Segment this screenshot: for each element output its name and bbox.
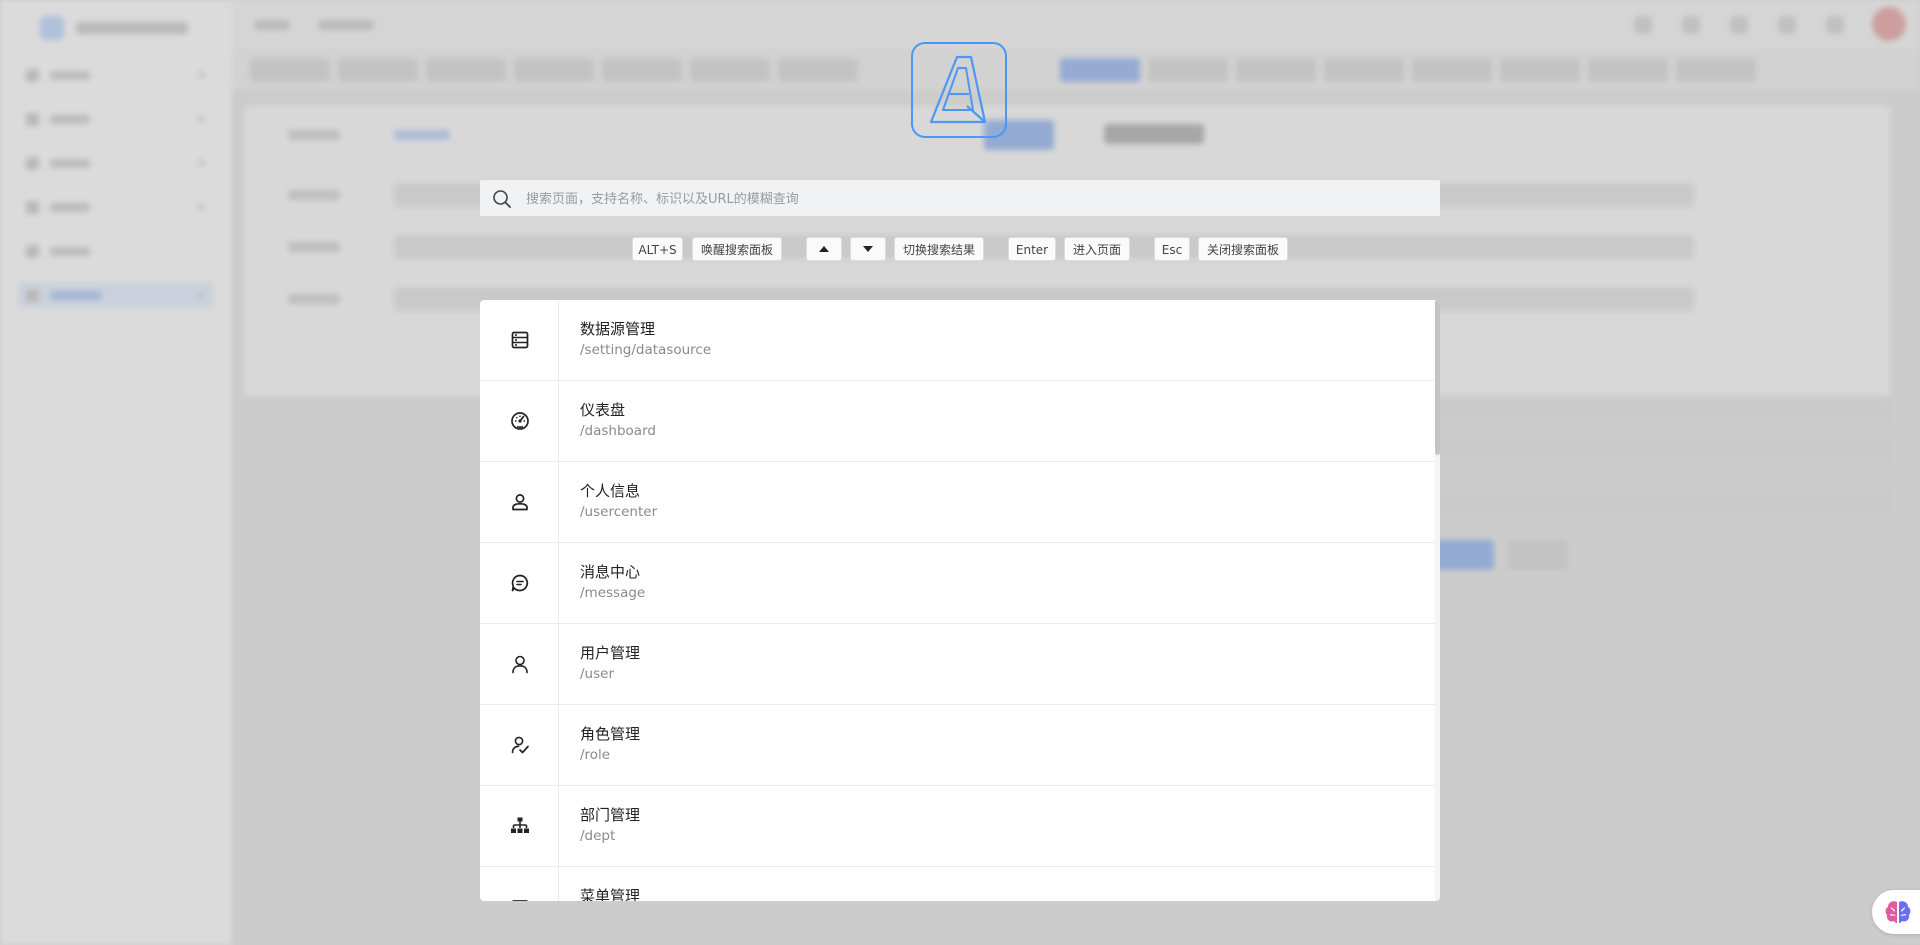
app-logo bbox=[911, 42, 1007, 138]
result-icon-cell bbox=[480, 705, 559, 785]
search-results-panel[interactable]: 数据源管理 /setting/datasource 仪表盘 /dashboard bbox=[480, 300, 1440, 901]
result-item-dashboard[interactable]: 仪表盘 /dashboard bbox=[480, 381, 1435, 462]
result-icon-cell bbox=[480, 543, 559, 623]
result-path: /user bbox=[580, 666, 614, 682]
result-name: 数据源管理 bbox=[580, 320, 656, 338]
result-name: 消息中心 bbox=[580, 563, 641, 581]
database-icon bbox=[511, 331, 529, 349]
result-item-datasource[interactable]: 数据源管理 /setting/datasource bbox=[480, 300, 1435, 381]
result-path: /setting/datasource bbox=[580, 342, 712, 358]
logo-a-icon bbox=[929, 55, 987, 124]
org-chart-icon bbox=[511, 817, 529, 833]
result-item-usercenter[interactable]: 个人信息 /usercenter bbox=[480, 462, 1435, 543]
keyboard-hints: ALT+S 唤醒搜索面板 切换搜索结果 Enter 进入页面 Esc 关闭搜索面… bbox=[0, 237, 1920, 261]
hint-action-close: 关闭搜索面板 bbox=[1198, 237, 1288, 261]
result-item-message[interactable]: 消息中心 /message bbox=[480, 543, 1435, 624]
result-icon-cell bbox=[480, 462, 559, 542]
search-icon bbox=[493, 190, 511, 208]
result-path: /role bbox=[580, 747, 611, 763]
role-icon bbox=[511, 736, 529, 754]
result-icon-cell bbox=[480, 786, 559, 866]
arrow-down-icon bbox=[863, 246, 873, 252]
result-item-menu[interactable]: 菜单管理 bbox=[480, 867, 1435, 901]
hint-key-enter: Enter bbox=[1008, 237, 1056, 261]
result-path: /usercenter bbox=[580, 504, 658, 520]
result-name: 菜单管理 bbox=[580, 887, 641, 901]
hint-key-esc: Esc bbox=[1154, 237, 1190, 261]
result-icon-cell bbox=[480, 867, 559, 901]
hint-key-down bbox=[850, 237, 886, 261]
message-icon bbox=[511, 574, 529, 592]
hint-action-switch: 切换搜索结果 bbox=[894, 237, 984, 261]
result-icon-cell bbox=[480, 300, 559, 380]
result-name: 角色管理 bbox=[580, 725, 641, 743]
ai-assistant-button[interactable] bbox=[1872, 890, 1920, 934]
result-icon-cell bbox=[480, 624, 559, 704]
hint-action-open: 唤醒搜索面板 bbox=[692, 237, 782, 261]
result-name: 个人信息 bbox=[580, 482, 641, 500]
result-name: 仪表盘 bbox=[580, 401, 626, 419]
result-name: 用户管理 bbox=[580, 644, 641, 662]
user-icon bbox=[512, 655, 528, 674]
result-path: /dept bbox=[580, 828, 616, 844]
result-item-role[interactable]: 角色管理 /role bbox=[480, 705, 1435, 786]
results-scrollbar[interactable] bbox=[1435, 300, 1440, 901]
menu-icon bbox=[512, 900, 528, 901]
search-results-list: 数据源管理 /setting/datasource 仪表盘 /dashboard bbox=[480, 300, 1435, 901]
results-scrollbar-thumb[interactable] bbox=[1435, 300, 1440, 455]
dashboard-icon bbox=[511, 412, 529, 430]
result-item-dept[interactable]: 部门管理 /dept bbox=[480, 786, 1435, 867]
result-path: /dashboard bbox=[580, 423, 656, 439]
result-icon-cell bbox=[480, 381, 559, 461]
hint-action-enter: 进入页面 bbox=[1064, 237, 1130, 261]
arrow-up-icon bbox=[819, 246, 829, 252]
user-profile-icon bbox=[512, 494, 528, 511]
result-name: 部门管理 bbox=[580, 806, 641, 824]
hint-key-up bbox=[806, 237, 842, 261]
search-bar[interactable] bbox=[480, 180, 1440, 218]
search-input[interactable] bbox=[524, 180, 1428, 218]
result-path: /message bbox=[580, 585, 646, 601]
result-item-user[interactable]: 用户管理 /user bbox=[480, 624, 1435, 705]
brain-icon bbox=[1885, 901, 1911, 923]
hint-key-alt-s: ALT+S bbox=[632, 237, 683, 261]
